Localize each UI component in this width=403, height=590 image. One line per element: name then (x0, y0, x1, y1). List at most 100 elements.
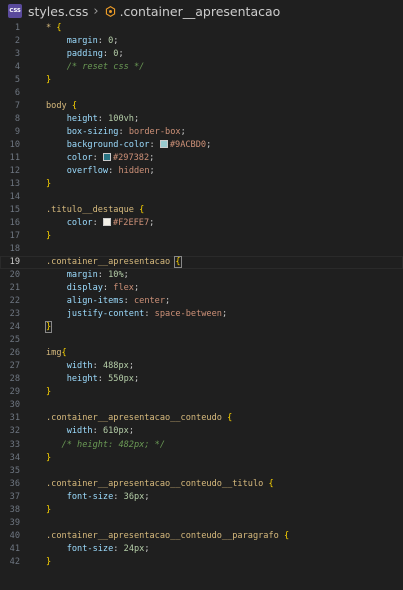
code-line[interactable]: 21 display: flex; (0, 282, 403, 295)
code-line[interactable]: 15 .titulo__destaque { (0, 204, 403, 217)
code-token: font-size (66, 543, 114, 554)
code-token: : (92, 153, 103, 164)
code-token: : (102, 283, 114, 294)
line-number: 24 (9, 322, 20, 333)
code-text: /* height: 482px; */ (46, 439, 165, 452)
code-token: margin (66, 36, 98, 47)
code-token: 36px (123, 491, 145, 502)
code-line[interactable]: 24} (0, 321, 403, 334)
code-token: height (66, 374, 98, 385)
line-number: 15 (9, 205, 20, 216)
code-line[interactable]: 12 overflow: hidden; (0, 165, 403, 178)
code-text: color: #F2EFE7; (46, 217, 154, 230)
code-line[interactable]: 22 align-items: center; (0, 295, 403, 308)
code-token: : (97, 374, 109, 385)
code-line[interactable]: 38} (0, 504, 403, 517)
code-text: } (46, 178, 51, 191)
code-text: } (46, 74, 51, 87)
code-line[interactable]: 2 margin: 0; (0, 35, 403, 48)
code-token: ; (206, 140, 212, 151)
code-text: box-sizing: border-box; (46, 126, 186, 139)
line-number: 20 (9, 270, 20, 281)
code-line[interactable]: 19 .container__apresentacao { (0, 256, 403, 270)
color-swatch-icon[interactable] (159, 139, 168, 148)
line-number: 36 (9, 478, 20, 489)
code-text: } (46, 386, 51, 399)
code-line[interactable]: 11 color: #297382; (0, 152, 403, 165)
code-token: #297382 (112, 153, 150, 164)
css-file-icon: CSS (8, 4, 22, 18)
code-line[interactable]: 40 .container__apresentacao__conteudo__pa… (0, 530, 403, 543)
code-text: } (46, 556, 51, 569)
code-line[interactable]: 13} (0, 178, 403, 191)
code-token: .titulo__destaque (46, 205, 140, 216)
code-line[interactable]: 3 padding: 0; (0, 48, 403, 61)
code-token: img (46, 348, 62, 359)
code-token: } (46, 231, 52, 242)
code-line[interactable]: 30 (0, 399, 403, 412)
code-token: } (46, 75, 52, 86)
code-text: } (46, 504, 51, 517)
code-line[interactable]: 1 * { (0, 22, 403, 35)
code-line[interactable]: 42} (0, 556, 403, 569)
code-token: 488px (102, 361, 129, 372)
code-line[interactable]: 26 img{ (0, 347, 403, 360)
line-number: 42 (9, 556, 20, 567)
line-number: 40 (9, 530, 20, 541)
code-line[interactable]: 8 height: 100vh; (0, 113, 403, 126)
code-text: .titulo__destaque { (46, 204, 144, 217)
code-line[interactable]: 39 (0, 517, 403, 530)
code-editor[interactable]: 1 * {2 margin: 0; 3 padding: 0; 4 /* reset … (0, 22, 403, 569)
code-line[interactable]: 33 /* height: 482px; */ (0, 439, 403, 452)
code-line[interactable]: 4 /* reset css */ (0, 61, 403, 74)
code-text: padding: 0; (46, 48, 124, 61)
code-line[interactable]: 25 (0, 334, 403, 347)
code-line[interactable]: 10 background-color: #9ACBD0; (0, 139, 403, 152)
breadcrumb-file[interactable]: styles.css (28, 4, 88, 19)
code-line[interactable]: 18 (0, 243, 403, 256)
code-line[interactable]: 20 margin: 10%; (0, 269, 403, 282)
color-swatch-icon[interactable] (102, 152, 111, 161)
code-line[interactable]: 5} (0, 74, 403, 87)
code-line[interactable]: 16 color: #F2EFE7; (0, 217, 403, 230)
code-line[interactable]: 28 height: 550px; (0, 373, 403, 386)
code-line[interactable]: 17} (0, 230, 403, 243)
code-token: { (61, 348, 67, 359)
chevron-right-icon: › (93, 3, 99, 19)
code-line[interactable]: 27 width: 488px; (0, 360, 403, 373)
code-token: ; (149, 218, 155, 229)
color-swatch-icon[interactable] (102, 217, 111, 226)
code-token: border-box (128, 127, 181, 138)
breadcrumb-symbol[interactable]: .container__apresentacao (120, 4, 281, 19)
code-text: width: 488px; (46, 360, 134, 373)
code-line[interactable]: 34} (0, 452, 403, 465)
code-line[interactable]: 14 (0, 191, 403, 204)
code-line[interactable]: 35 (0, 465, 403, 478)
code-token: width (66, 426, 93, 437)
code-text: height: 100vh; (46, 113, 139, 126)
code-token: : (102, 49, 114, 60)
code-line[interactable]: 41 font-size: 24px; (0, 543, 403, 556)
code-token: { (139, 205, 145, 216)
line-number: 38 (9, 504, 20, 515)
line-number: 25 (9, 335, 20, 346)
code-token: { (71, 101, 78, 112)
code-text: width: 610px; (46, 425, 134, 438)
code-line[interactable]: 23 justify-content: space-between; (0, 308, 403, 321)
code-text: justify-content: space-between; (46, 308, 227, 321)
code-line[interactable]: 29} (0, 386, 403, 399)
code-token: ; (133, 374, 140, 385)
symbol-selector-icon (105, 5, 115, 17)
code-line[interactable]: 32 width: 610px; (0, 425, 403, 438)
code-line[interactable]: 36 .container__apresentacao__conteudo__ti… (0, 478, 403, 491)
code-line[interactable]: 37 font-size: 36px; (0, 491, 403, 504)
code-token: background-color (66, 140, 150, 151)
code-line[interactable]: 7 body { (0, 100, 403, 113)
code-line[interactable]: 9 box-sizing: border-box; (0, 126, 403, 139)
code-line[interactable]: 6 (0, 87, 403, 100)
code-line[interactable]: 31 .container__apresentacao__conteudo { (0, 412, 403, 425)
line-number: 3 (14, 49, 20, 60)
